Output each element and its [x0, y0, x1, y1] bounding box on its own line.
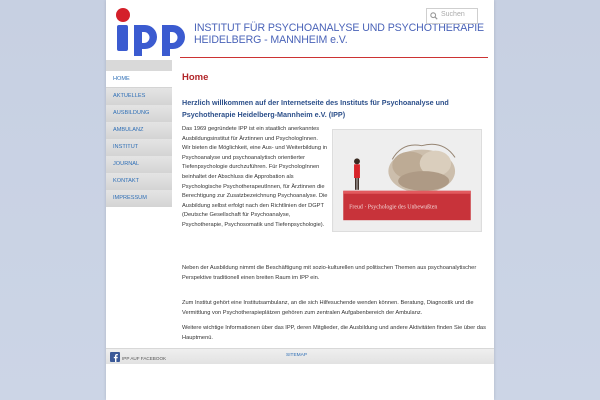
info-paragraph: Weitere wichtige Informationen über das … [182, 325, 486, 341]
header-divider [180, 57, 488, 58]
main-nav: HOME AKTUELLES AUSBILDUNG AMBULANZ INSTI… [106, 71, 172, 207]
activities-paragraph: Neben der Ausbildung nimmt die Beschäfti… [182, 265, 477, 281]
nav-item-institut[interactable]: INSTITUT [106, 139, 172, 156]
page-title: Home [182, 72, 209, 83]
facebook-icon[interactable] [110, 352, 120, 362]
nav-item-kontakt[interactable]: KONTAKT [106, 173, 172, 190]
nav-item-aktuelles[interactable]: AKTUELLES [106, 88, 172, 105]
institute-title: INSTITUT FÜR PSYCHOANALYSE UND PSYCHOTHE… [194, 22, 486, 46]
search-input[interactable]: Suchen [441, 11, 465, 18]
ipp-logo[interactable]: ipp [112, 6, 192, 56]
nav-item-impressum[interactable]: IMPRESSUM [106, 190, 172, 207]
logo-text: ipp [112, 6, 114, 7]
institute-title-line2: HEIDELBERG - MANNHEIM e.V. [194, 34, 348, 46]
nav-item-ausbildung[interactable]: AUSBILDUNG [106, 105, 172, 122]
nav-item-journal[interactable]: JOURNAL [106, 156, 172, 173]
welcome-heading: Herzlich willkommen auf der Internetseit… [182, 98, 449, 119]
search-box[interactable]: Suchen [426, 8, 478, 24]
main-content: Home Herzlich willkommen auf der Interne… [182, 72, 488, 341]
page-container: ipp INSTITUT FÜR PSYCHOANALYSE UND PSYCH… [106, 0, 494, 400]
nav-item-home[interactable]: HOME [106, 71, 172, 88]
intro-paragraph: Das 1969 gegründete IPP ist ein staatlic… [182, 126, 328, 228]
facebook-link[interactable]: IPP AUF FACEBOOK [122, 356, 166, 361]
search-icon [430, 12, 438, 20]
book-spine-title: Freud · Psychologie des Unbewußten [349, 203, 437, 210]
sitemap-link[interactable]: SITEMAP [286, 353, 307, 358]
nav-top-bar [106, 60, 172, 71]
site-footer: IPP AUF FACEBOOK SITEMAP [106, 348, 494, 364]
book-photo: Freud · Psychologie des Unbewußten [332, 129, 482, 232]
nav-item-ambulanz[interactable]: AMBULANZ [106, 122, 172, 139]
ambulanz-paragraph: Zum Institut gehört eine Institutsambula… [182, 300, 474, 316]
